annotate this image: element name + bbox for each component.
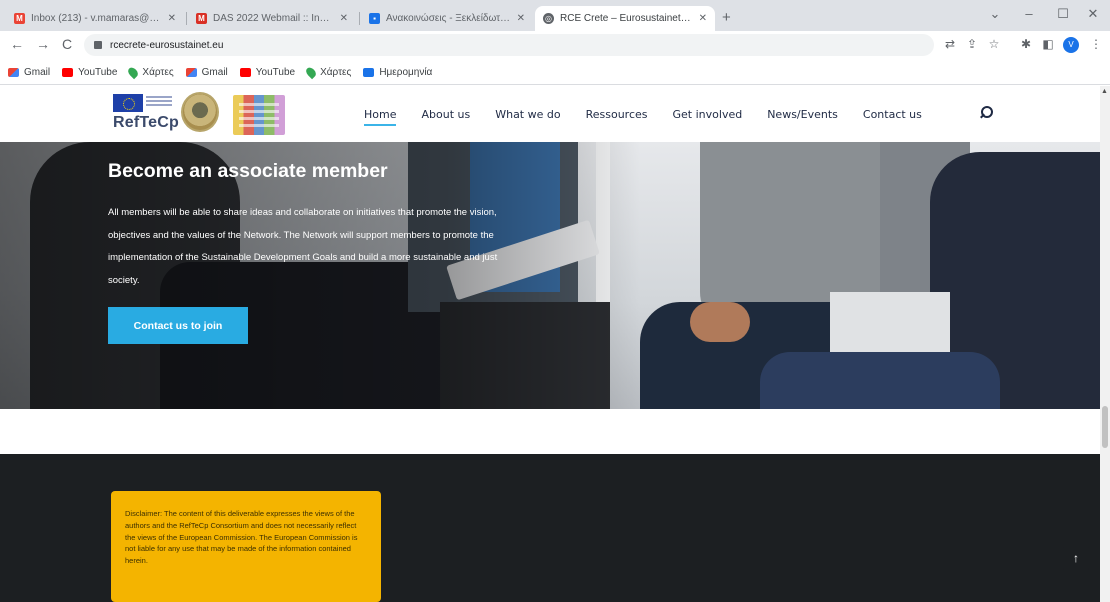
forward-arrow-icon[interactable]: → [34, 36, 52, 52]
bookmark-label: Χάρτες [320, 66, 352, 78]
bookmark-calendar[interactable]: Ημερομηνία [363, 67, 432, 78]
gmail-icon: M [14, 13, 25, 24]
minimize-button[interactable]: – [1012, 6, 1046, 21]
share-icon[interactable]: ⇪ [964, 37, 980, 51]
hero-title: Become an associate member [108, 160, 388, 182]
bookmark-label: Gmail [24, 66, 51, 78]
nav-home[interactable]: Home [364, 108, 397, 126]
browser-tab-webmail[interactable]: M DAS 2022 Webmail :: Inbox ✕ [188, 6, 356, 31]
bookmark-gmail[interactable]: Gmail [185, 66, 228, 78]
browser-tab-announcements[interactable]: ▪ Ανακοινώσεις - Ξεκλείδωτο Μ... ✕ [361, 6, 533, 31]
hero-photo-person [760, 352, 1000, 409]
site-header: RefTeCp Home About us What we do Ressour… [0, 86, 1100, 142]
main-navigation: Home About us What we do Ressources Get … [364, 108, 947, 126]
globe-icon: ◎ [543, 13, 554, 24]
site-logo[interactable]: RefTeCp [113, 92, 288, 138]
bookmark-label: YouTube [255, 66, 296, 78]
bookmark-maps[interactable]: Χάρτες [304, 65, 352, 79]
bookmark-youtube[interactable]: YouTube [62, 67, 117, 78]
lock-icon[interactable] [94, 41, 102, 49]
calendar-icon [363, 67, 375, 77]
bookmark-maps[interactable]: Χάρτες [126, 65, 174, 79]
search-icon[interactable] [978, 104, 994, 120]
nav-contact-us[interactable]: Contact us [863, 108, 922, 121]
new-tab-button[interactable]: + [722, 9, 731, 26]
partner-seal-icon [181, 92, 219, 132]
close-icon[interactable]: ✕ [517, 13, 525, 24]
address-bar[interactable]: rcecrete-eurosustainet.eu [84, 34, 934, 56]
maps-pin-icon [126, 65, 141, 79]
tab-label: DAS 2022 Webmail :: Inbox [213, 13, 334, 24]
partner-logo-image [233, 95, 285, 135]
close-icon[interactable]: ✕ [168, 13, 176, 24]
menu-kebab-icon[interactable]: ⋮ [1088, 37, 1104, 51]
nav-about-us[interactable]: About us [421, 108, 470, 121]
document-icon: ▪ [369, 13, 380, 24]
back-arrow-icon[interactable]: ← [8, 36, 26, 52]
bookmark-gmail[interactable]: Gmail [8, 67, 50, 78]
close-icon[interactable]: ✕ [340, 13, 348, 24]
hero-photo-hands [690, 302, 750, 342]
bookmark-label: Gmail [201, 66, 228, 78]
browser-tab-rce-crete[interactable]: ◎ RCE Crete – Eurosustainet – Sust... ✕ [535, 6, 715, 31]
tab-label: Ανακοινώσεις - Ξεκλείδωτο Μ... [386, 13, 511, 24]
hero-description: All members will be able to share ideas … [108, 207, 498, 286]
eu-disclaimer-box: Disclaimer: The content of this delivera… [111, 491, 381, 602]
bookmark-label: Χάρτες [142, 66, 174, 78]
profile-avatar[interactable]: V [1063, 37, 1079, 53]
maximize-button[interactable]: ☐ [1046, 6, 1080, 22]
back-to-top-button[interactable]: ↑ [1063, 545, 1089, 571]
section-spacer [0, 409, 1100, 454]
star-icon[interactable]: ☆ [986, 37, 1002, 51]
logo-text: RefTeCp [113, 114, 179, 131]
gmail-icon [8, 67, 19, 77]
address-url: rcecrete-eurosustainet.eu [110, 39, 224, 51]
sidepanel-icon[interactable]: ◧ [1040, 37, 1056, 51]
tab-divider [359, 12, 360, 25]
bookmarks-bar: Gmail YouTube Χάρτες Gmail YouTube Χάρτε… [0, 60, 1110, 85]
youtube-icon [62, 67, 74, 77]
close-icon[interactable]: ✕ [699, 13, 707, 24]
browser-toolbar: ← → C rcecrete-eurosustainet.eu ⇄ ⇪ ☆ ✱ … [0, 31, 1110, 60]
bookmark-label: Ημερομηνία [379, 66, 433, 78]
site-footer: Disclaimer: The content of this delivera… [0, 454, 1100, 602]
bookmark-label: YouTube [78, 66, 118, 78]
translate-icon[interactable]: ⇄ [942, 37, 958, 51]
nav-news-events[interactable]: News/Events [767, 108, 838, 121]
tab-divider [186, 12, 187, 25]
bookmark-youtube[interactable]: YouTube [239, 66, 296, 78]
youtube-icon [239, 67, 251, 77]
eu-flag-icon [113, 94, 143, 112]
browser-tab-strip: M Inbox (213) - v.mamaras@gmai... ✕ M DA… [0, 0, 1110, 31]
browser-tab-gmail[interactable]: M Inbox (213) - v.mamaras@gmai... ✕ [6, 6, 184, 31]
nav-ressources[interactable]: Ressources [586, 108, 648, 121]
gmail-icon [185, 67, 197, 77]
scroll-up-arrow-icon[interactable]: ▲ [1101, 88, 1108, 95]
scrollbar-thumb[interactable] [1102, 406, 1108, 448]
tab-search-chevron-icon[interactable]: ⌄ [978, 6, 1012, 22]
extensions-icon[interactable]: ✱ [1018, 37, 1034, 51]
contact-us-to-join-button[interactable]: Contact us to join [108, 307, 248, 344]
reload-icon[interactable]: C [58, 36, 76, 52]
eu-funding-caption [146, 96, 172, 98]
tab-label: RCE Crete – Eurosustainet – Sust... [560, 13, 693, 24]
webmail-icon: M [196, 13, 207, 24]
page-scrollbar[interactable]: ▲ [1100, 86, 1110, 602]
hero-banner: Become an associate member All members w… [0, 142, 1100, 409]
maps-pin-icon [304, 65, 318, 79]
nav-what-we-do[interactable]: What we do [495, 108, 560, 121]
close-window-button[interactable]: ✕ [1076, 6, 1110, 22]
nav-get-involved[interactable]: Get involved [673, 108, 743, 121]
tab-label: Inbox (213) - v.mamaras@gmai... [31, 13, 162, 24]
